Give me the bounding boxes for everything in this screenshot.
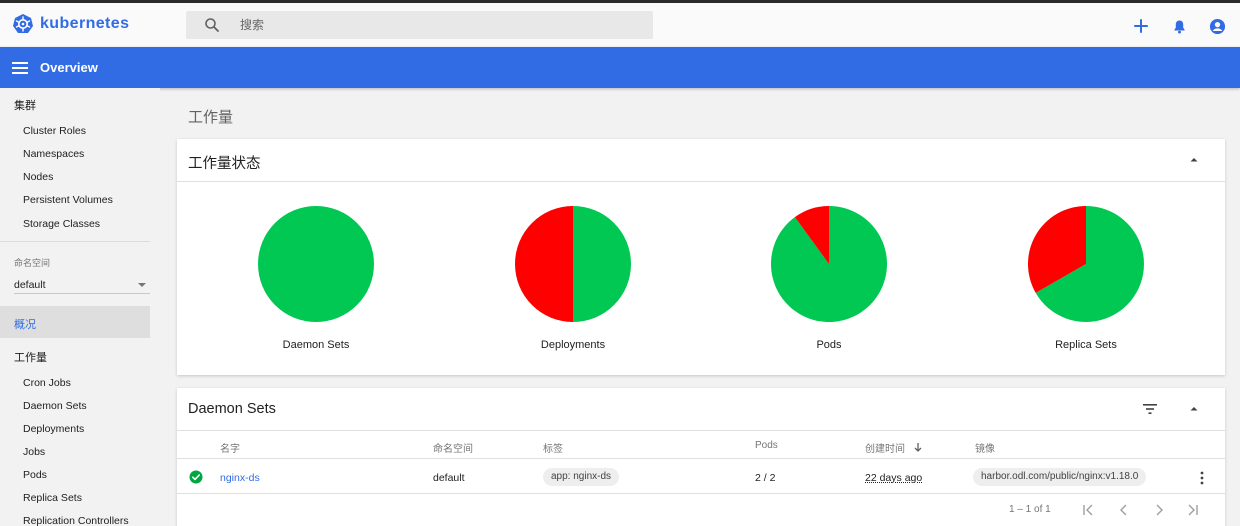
workload-status-charts: Daemon Sets Deployments Pods Replica Set… bbox=[177, 183, 1225, 373]
dropdown-caret-icon bbox=[138, 282, 146, 287]
sidebar-nav: 集群 Cluster Roles Namespaces Nodes Persis… bbox=[0, 88, 160, 526]
notifications-bell-icon[interactable] bbox=[1170, 17, 1188, 35]
row-name-link[interactable]: nginx-ds bbox=[220, 472, 260, 484]
pie-chart-replica-sets[interactable]: Replica Sets bbox=[996, 205, 1176, 351]
top-actions bbox=[1112, 17, 1226, 35]
sidebar-item-overview-label: 概况 bbox=[14, 319, 36, 331]
sidebar-item-storage-classes[interactable]: Storage Classes bbox=[23, 218, 100, 230]
namespace-label: 命名空间 bbox=[14, 258, 51, 268]
column-header-name[interactable]: 名字 bbox=[220, 440, 240, 455]
sidebar-item-daemon-sets[interactable]: Daemon Sets bbox=[23, 400, 87, 412]
row-image-chip: harbor.odl.com/public/nginx:v1.18.0 bbox=[973, 468, 1147, 486]
next-page-icon[interactable] bbox=[1152, 503, 1166, 517]
column-header-images: 镜像 bbox=[975, 444, 995, 455]
column-header-created-label: 创建时间 bbox=[865, 444, 905, 455]
sidebar-item-replication-controllers[interactable]: Replication Controllers bbox=[23, 515, 129, 526]
sidebar-item-persistent-volumes[interactable]: Persistent Volumes bbox=[23, 194, 113, 206]
sidebar-item-overview[interactable]: 概况 bbox=[0, 306, 150, 338]
pie-slice-running bbox=[258, 206, 374, 322]
sidebar-item-cluster-roles[interactable]: Cluster Roles bbox=[23, 125, 86, 137]
kubernetes-logo[interactable]: kubernetes bbox=[12, 13, 129, 35]
last-page-icon[interactable] bbox=[1186, 503, 1200, 517]
pie-slice-failed bbox=[515, 206, 573, 322]
namespace-selector[interactable]: default bbox=[14, 276, 150, 294]
row-label-chip: app: nginx-ds bbox=[543, 468, 620, 486]
daemon-sets-card: Daemon Sets 名字 命名空间 标签 Pods 创建时间 镜像 ngin… bbox=[177, 388, 1225, 526]
pie-chart-pods[interactable]: Pods bbox=[739, 205, 919, 351]
card-title: Daemon Sets bbox=[188, 401, 276, 417]
pie-label: Replica Sets bbox=[1055, 339, 1117, 351]
collapse-chevron-up-icon[interactable] bbox=[1189, 404, 1199, 414]
pie-slice-running bbox=[573, 206, 631, 322]
sidebar-item-cron-jobs[interactable]: Cron Jobs bbox=[23, 377, 71, 389]
sidebar-heading-cluster[interactable]: 集群 bbox=[14, 97, 36, 113]
search-input[interactable] bbox=[240, 18, 620, 32]
pie-svg bbox=[1028, 206, 1144, 322]
filter-list-icon[interactable] bbox=[1143, 402, 1157, 416]
sidebar-heading-workloads[interactable]: 工作量 bbox=[14, 349, 47, 365]
card-title: 工作量状态 bbox=[188, 156, 261, 172]
pagination-bar: 1 – 1 of 1 bbox=[177, 495, 1225, 525]
row-age[interactable]: 22 days ago bbox=[865, 472, 922, 484]
hamburger-menu-icon[interactable] bbox=[12, 61, 28, 75]
more-vert-icon[interactable] bbox=[1199, 471, 1205, 485]
sidebar-item-nodes[interactable]: Nodes bbox=[23, 171, 53, 183]
pie-label: Daemon Sets bbox=[282, 339, 350, 351]
sidebar-item-namespaces[interactable]: Namespaces bbox=[23, 148, 84, 160]
pagination-range: 1 – 1 of 1 bbox=[1009, 504, 1051, 515]
pie-svg bbox=[771, 206, 887, 322]
search-bar[interactable] bbox=[186, 11, 653, 39]
column-header-namespace[interactable]: 命名空间 bbox=[433, 440, 473, 455]
row-namespace: default bbox=[433, 472, 465, 484]
table-row[interactable]: nginx-ds default app: nginx-ds 2 / 2 22 … bbox=[177, 460, 1225, 494]
column-header-labels: 标签 bbox=[543, 444, 563, 455]
page-header-title: Overview bbox=[40, 60, 98, 75]
sidebar-item-pods[interactable]: Pods bbox=[23, 469, 47, 481]
pie-svg bbox=[258, 206, 374, 322]
previous-page-icon[interactable] bbox=[1117, 503, 1131, 517]
workload-status-card: 工作量状态 Daemon Sets Deployments Pods Repli… bbox=[177, 139, 1225, 375]
sort-arrow-down-icon[interactable] bbox=[914, 443, 922, 453]
namespace-selected-value: default bbox=[14, 278, 46, 291]
collapse-chevron-up-icon[interactable] bbox=[1189, 155, 1199, 165]
pie-chart-deployments[interactable]: Deployments bbox=[483, 205, 663, 351]
add-icon[interactable] bbox=[1132, 17, 1150, 35]
sidebar-item-replica-sets[interactable]: Replica Sets bbox=[23, 492, 82, 504]
brand-name: kubernetes bbox=[40, 15, 130, 32]
search-icon bbox=[205, 18, 219, 32]
pie-label: Deployments bbox=[540, 339, 606, 351]
page-header-bar: Overview bbox=[0, 47, 1240, 88]
top-bar: kubernetes bbox=[0, 0, 1240, 47]
column-header-created[interactable]: 创建时间 bbox=[865, 440, 922, 455]
check-circle-icon bbox=[189, 470, 203, 484]
sidebar-divider bbox=[0, 241, 150, 242]
sidebar-item-jobs[interactable]: Jobs bbox=[23, 446, 45, 458]
kubernetes-helm-icon bbox=[13, 14, 33, 33]
card-header: 工作量状态 bbox=[177, 139, 1225, 182]
page-title: 工作量 bbox=[188, 109, 234, 126]
pie-chart-daemon-sets[interactable]: Daemon Sets bbox=[226, 205, 406, 351]
first-page-icon[interactable] bbox=[1081, 503, 1095, 517]
column-header-pods: Pods bbox=[755, 440, 778, 451]
row-pods: 2 / 2 bbox=[755, 472, 776, 484]
sidebar-item-deployments[interactable]: Deployments bbox=[23, 423, 84, 435]
table-header: 名字 命名空间 标签 Pods 创建时间 镜像 bbox=[177, 431, 1225, 459]
card-header: Daemon Sets bbox=[177, 388, 1225, 431]
account-circle-icon[interactable] bbox=[1208, 17, 1226, 35]
pie-svg bbox=[515, 206, 631, 322]
pie-label: Pods bbox=[816, 339, 842, 351]
